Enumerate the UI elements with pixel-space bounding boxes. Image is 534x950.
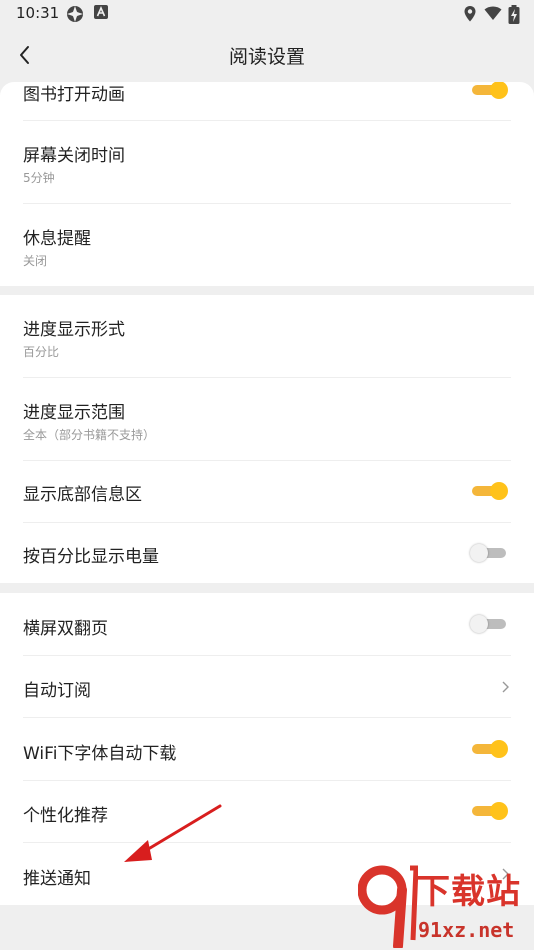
app-notification-icon — [67, 6, 83, 22]
setting-row-wifi-font-download[interactable]: WiFi下字体自动下载 — [0, 718, 534, 780]
setting-row-personalized-recommend[interactable]: 个性化推荐 — [0, 781, 534, 842]
setting-value: 5分钟 — [23, 171, 55, 185]
location-icon — [464, 6, 476, 22]
battery-charging-icon — [508, 5, 520, 24]
settings-section-other: 横屏双翻页 自动订阅 WiFi下字体自动下载 个性化推荐 推送通知 — [0, 593, 534, 905]
settings-section-progress: 进度显示形式 百分比 进度显示范围 全本（部分书籍不支持） 显示底部信息区 按百… — [0, 295, 534, 583]
page-title: 阅读设置 — [228, 46, 305, 68]
setting-label: WiFi下字体自动下载 — [23, 744, 177, 764]
setting-row-progress-format[interactable]: 进度显示形式 百分比 — [0, 295, 534, 377]
show-bottom-info-toggle[interactable] — [470, 481, 508, 501]
setting-row-auto-subscribe[interactable]: 自动订阅 — [0, 656, 534, 717]
a-notification-icon — [94, 5, 108, 19]
setting-row-screen-off-time[interactable]: 屏幕关闭时间 5分钟 — [0, 121, 534, 203]
book-open-animation-toggle[interactable] — [470, 82, 508, 100]
status-time: 10:31 — [16, 4, 60, 22]
setting-label: 图书打开动画 — [23, 85, 125, 105]
status-bar: 10:31 — [0, 0, 534, 28]
landscape-double-page-toggle[interactable] — [470, 614, 508, 634]
setting-value: 关闭 — [23, 254, 48, 268]
setting-value: 百分比 — [23, 345, 60, 359]
setting-row-progress-range[interactable]: 进度显示范围 全本（部分书籍不支持） — [0, 378, 534, 460]
setting-row-book-open-animation[interactable]: 图书打开动画 — [0, 82, 534, 120]
chevron-right-icon — [502, 681, 509, 693]
setting-label: 按百分比显示电量 — [23, 547, 159, 567]
header-bar: 阅读设置 — [0, 28, 534, 82]
setting-label: 个性化推荐 — [23, 806, 108, 826]
wifi-icon — [484, 6, 502, 20]
setting-label: 进度显示形式 — [23, 320, 125, 340]
setting-row-show-bottom-info[interactable]: 显示底部信息区 — [0, 461, 534, 522]
watermark-logo-icon — [358, 865, 418, 948]
setting-label: 屏幕关闭时间 — [23, 146, 125, 166]
wifi-font-download-toggle[interactable] — [470, 739, 508, 759]
setting-label: 休息提醒 — [23, 229, 91, 249]
setting-label: 进度显示范围 — [23, 403, 125, 423]
setting-row-rest-reminder[interactable]: 休息提醒 关闭 — [0, 204, 534, 286]
battery-percentage-toggle[interactable] — [470, 543, 508, 563]
watermark-domain: 91xz.net — [418, 918, 515, 942]
setting-row-landscape-double-page[interactable]: 横屏双翻页 — [0, 593, 534, 655]
setting-label: 自动订阅 — [23, 681, 91, 701]
setting-label: 推送通知 — [23, 869, 91, 889]
setting-row-battery-percentage[interactable]: 按百分比显示电量 — [0, 523, 534, 583]
settings-section-display: 图书打开动画 屏幕关闭时间 5分钟 休息提醒 关闭 — [0, 82, 534, 286]
watermark: 下载站 91xz.net — [354, 860, 534, 950]
setting-label: 横屏双翻页 — [23, 619, 108, 639]
annotation-arrow-icon — [124, 804, 222, 862]
setting-value: 全本（部分书籍不支持） — [23, 428, 156, 442]
setting-label: 显示底部信息区 — [23, 485, 142, 505]
personalized-recommend-toggle[interactable] — [470, 801, 508, 821]
watermark-brand: 下载站 — [416, 872, 521, 912]
